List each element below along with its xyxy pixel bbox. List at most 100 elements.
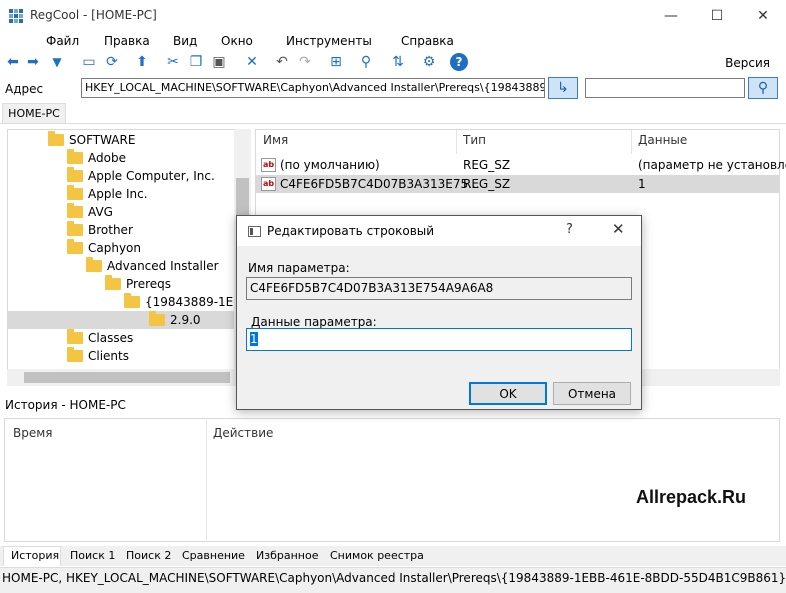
tree-node[interactable]: {19843889-1EBB [124,293,250,311]
tree-node-label: 2.9.0 [170,313,201,327]
find-icon[interactable]: ⚲ [357,53,375,71]
menu-help[interactable]: Справка [401,34,454,48]
dialog-help-button[interactable]: ? [566,222,573,237]
selected-text: 1 [250,332,258,346]
tab-search-2[interactable]: Поиск 2 [126,549,171,562]
redo-icon[interactable]: ↷ [296,53,314,71]
search-icon: ⚲ [757,80,769,96]
folder-icon [86,257,102,272]
delete-icon[interactable]: ✕ [243,53,261,71]
tree-node-label: Apple Inc. [88,187,148,201]
folder-icon [149,311,165,326]
paste-icon[interactable]: ▣ [210,53,228,71]
tree-node[interactable]: Advanced Installer [86,257,219,275]
menu-file[interactable]: Файл [46,34,79,48]
menu-window[interactable]: Окно [221,34,253,48]
string-value-icon: ab [261,158,276,172]
value-name: (по умолчанию) [280,158,380,172]
tab-favorites[interactable]: Избранное [256,549,318,562]
address-label: Адрес [5,82,44,96]
tree-node[interactable]: Apple Inc. [67,185,148,203]
help-icon[interactable]: ? [450,53,468,71]
maximize-button[interactable]: ☐ [694,0,740,32]
column-divider[interactable] [456,130,457,154]
tab-strip-divider [0,123,786,124]
tree-node[interactable]: Apple Computer, Inc. [67,167,215,185]
tree-node[interactable]: 2.9.0 [8,311,234,329]
value-name-field[interactable]: C4FE6FD5B7C4D07B3A313E754A9A6A8 [246,277,632,300]
cut-icon[interactable]: ✂ [164,53,182,71]
column-divider[interactable] [206,420,207,540]
column-header-action[interactable]: Действие [213,426,273,440]
column-header-time[interactable]: Время [13,426,53,440]
value-data-label: Данные параметра: [251,315,377,329]
tree-node[interactable]: Caphyon [67,239,141,257]
value-name: C4FE6FD5B7C4D07B3A313E75... [280,177,480,191]
value-type: REG_SZ [463,158,511,172]
refresh-icon[interactable]: ⟳ [103,53,121,71]
tree-node-label: Prereqs [126,277,171,291]
minimize-button[interactable]: — [648,0,694,32]
tree-node[interactable]: Prereqs [105,275,171,293]
column-header-name[interactable]: Имя [263,133,288,147]
tab-home-pc[interactable]: HOME-PC [2,103,66,123]
go-button[interactable]: ↳ [548,77,578,99]
cancel-button[interactable]: Отмена [553,382,631,405]
address-input[interactable]: HKEY_LOCAL_MACHINE\SOFTWARE\Caphyon\Adva… [81,78,545,98]
tab-history[interactable]: История [11,549,59,562]
tab-compare[interactable]: Сравнение [182,549,245,562]
value-name-label: Имя параметра: [248,261,350,275]
version-label[interactable]: Версия [725,56,770,70]
tree-node-label: AVG [88,205,113,219]
tree-node[interactable]: AVG [67,203,113,221]
up-icon[interactable]: ⬆ [133,53,151,71]
history-title: История - HOME-PC [5,398,126,412]
back-icon[interactable]: ⬅ [4,53,22,71]
bottom-tabs: История Поиск 1 Поиск 2 Сравнение Избран… [0,546,786,566]
folder-icon [67,167,83,182]
tree-node[interactable]: Brother [67,221,133,239]
dropdown-icon[interactable]: ▼ [48,53,66,71]
tree-node-label: Advanced Installer [107,259,219,273]
column-header-type[interactable]: Тип [463,133,486,147]
folder-icon [105,275,121,290]
tree-node[interactable]: Adobe [67,149,126,167]
folder-icon [67,203,83,218]
close-window-button[interactable]: ✕ [740,0,786,32]
dialog-close-button[interactable]: ✕ [612,220,625,238]
search-input[interactable] [585,78,745,98]
computer-icon[interactable]: ▭ [80,53,98,71]
app-icon [9,9,23,23]
folder-icon [67,185,83,200]
sync-icon[interactable]: ⇅ [389,53,407,71]
tree-node[interactable]: Clients [67,347,129,365]
tree-node-label: Classes [88,331,134,345]
tree-horizontal-scroll-thumb[interactable] [24,372,230,383]
menu-view[interactable]: Вид [173,34,197,48]
search-button[interactable]: ⚲ [748,77,778,99]
folder-icon [48,131,64,146]
string-value-icon: ab [261,177,276,191]
menu-edit[interactable]: Правка [104,34,150,48]
toolbar: ⬅ ➡ ▼ ▭ ⟳ ⬆ ✂ ❐ ▣ ✕ ↶ ↷ ⊞ ⚲ ⇅ ⚙ ? Версия [0,51,786,73]
tab-registry-snapshot[interactable]: Снимок реестра [330,549,424,562]
tree-node[interactable]: Classes [67,329,133,347]
folder-icon [67,149,83,164]
tab-search-1[interactable]: Поиск 1 [70,549,115,562]
tree-node-label: SOFTWARE [69,133,136,147]
undo-icon[interactable]: ↶ [273,53,291,71]
menu-tools[interactable]: Инструменты [286,34,372,48]
column-divider[interactable] [631,130,632,154]
forward-icon[interactable]: ➡ [24,53,42,71]
value-row[interactable]: ab C4FE6FD5B7C4D07B3A313E75... REG_SZ 1 [256,175,779,193]
copy-icon[interactable]: ❐ [187,53,205,71]
settings-icon[interactable]: ⚙ [420,53,438,71]
tree-node-label: Brother [88,223,133,237]
tree-node[interactable]: SOFTWARE [48,131,135,149]
dialog-title: Редактировать строковый [267,224,435,238]
ok-button[interactable]: OK [469,382,547,405]
value-row[interactable]: ab (по умолчанию) REG_SZ (параметр не ус… [256,156,786,174]
value-data-field[interactable]: 1 [246,328,632,351]
column-header-data[interactable]: Данные [638,133,687,147]
new-key-icon[interactable]: ⊞ [327,53,345,71]
